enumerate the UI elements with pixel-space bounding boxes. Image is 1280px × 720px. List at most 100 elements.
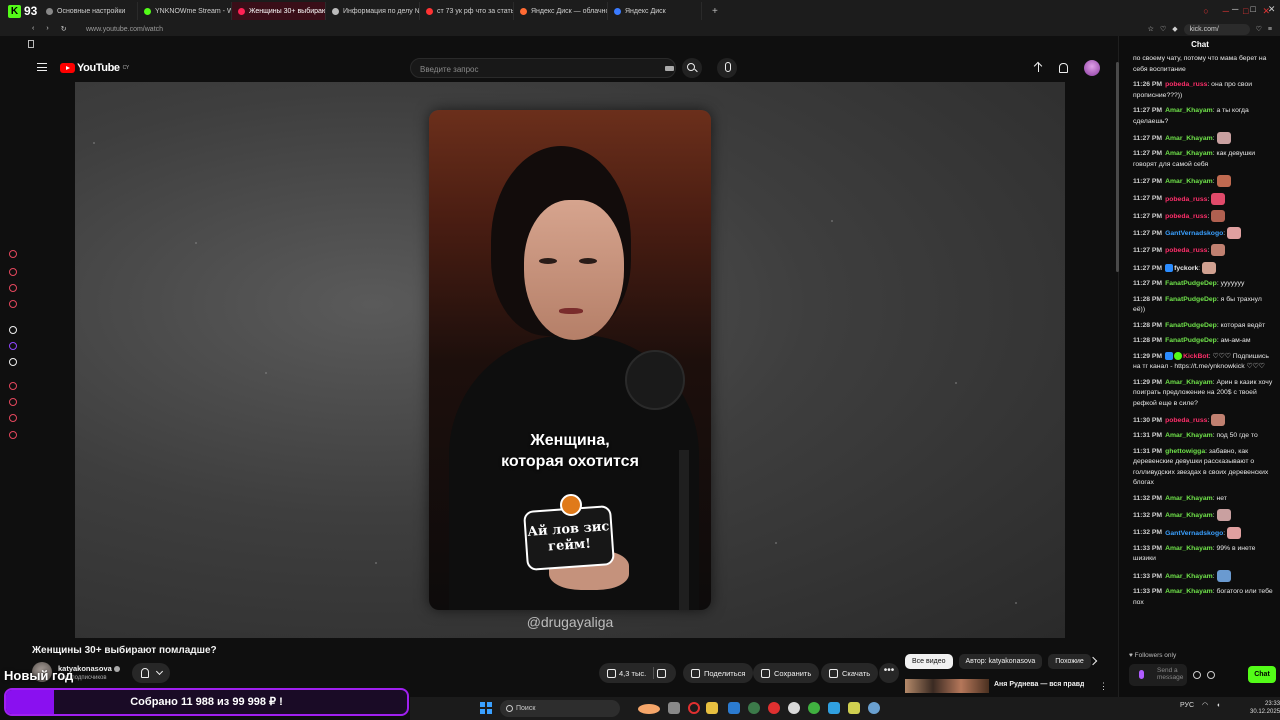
chat-username[interactable]: Amar_Khayam [1165,107,1213,114]
document-icon[interactable] [28,40,34,48]
new-tab-button[interactable]: + [702,6,728,17]
browser-tab[interactable]: Яндекс Диск — облачно [514,2,608,20]
browser-tab[interactable]: Информация по делу № [326,2,420,20]
network-icon[interactable]: ◠ [1202,701,1208,709]
video-player[interactable]: Женщина, которая охотится Ай лов зис гей… [75,82,1065,638]
volume-icon[interactable]: ◖ [1216,702,1220,709]
account-avatar[interactable] [1084,60,1100,76]
search-button[interactable] [682,58,702,78]
chat-username[interactable]: FanatPudgeDep [1165,296,1217,303]
hamburger-menu-icon[interactable] [37,63,47,71]
keyboard-icon[interactable] [665,66,674,71]
chat-username[interactable]: KickBot [1183,353,1209,360]
filter-chip[interactable]: Автор: katyakonasova [958,654,1043,669]
chat-send-button[interactable]: Chat [1248,666,1276,683]
rail-icon[interactable] [9,250,17,258]
browser-tab[interactable]: ст 73 ук рф что за статья [420,2,514,20]
share-button[interactable]: Поделиться [683,663,754,683]
download-button[interactable]: Скачать [821,663,879,683]
chat-username[interactable]: Amar_Khayam [1165,379,1213,386]
chat-username[interactable]: FanatPudgeDep [1165,337,1217,344]
chat-username[interactable]: Amar_Khayam [1165,545,1213,552]
subscription-bell-button[interactable] [132,663,170,683]
chat-username[interactable]: pobeda_russ [1165,81,1207,88]
taskbar-app-icon[interactable] [728,702,740,714]
taskbar-app-icon[interactable] [848,702,860,714]
chat-username[interactable]: Amar_Khayam [1165,573,1213,580]
taskbar-app-icon[interactable] [788,702,800,714]
kick-extension-logo[interactable]: K 93 [0,4,40,18]
taskbar-search[interactable]: Поиск [500,700,620,717]
browser-tab[interactable]: Женщины 30+ выбираю [232,2,326,20]
browser-tab[interactable]: Яндекс Диск [608,2,702,20]
chat-input[interactable]: Send a message [1129,664,1187,686]
chat-username[interactable]: Amar_Khayam [1165,150,1213,157]
close-icon[interactable]: ✕ [1268,4,1276,15]
chat-scrollbar[interactable] [1116,62,1119,272]
chat-username[interactable]: FanatPudgeDep [1165,322,1217,329]
recommendation-thumbnail[interactable] [905,679,989,693]
recommendation-title[interactable]: Аня Руднева — вся правда о [994,681,1084,688]
chat-username[interactable]: GantVernadskogo [1165,230,1223,237]
forward-icon[interactable]: › [46,25,48,33]
taskbar-app-icon[interactable] [668,702,680,714]
dislike-icon[interactable] [657,668,667,678]
menu-icon[interactable]: ≡ [1268,26,1272,33]
notifications-icon[interactable] [1057,62,1068,73]
minimize-icon[interactable]: ─ [1223,6,1229,17]
emote-icon[interactable] [1193,671,1201,679]
chat-username[interactable]: FanatPudgeDep [1165,280,1217,287]
twitch-icon[interactable] [9,342,17,350]
heart-icon[interactable]: ♡ [1256,25,1262,33]
search-icon[interactable]: ○ [1203,6,1208,17]
chat-username[interactable]: Amar_Khayam [1165,588,1213,595]
like-count[interactable]: 4,3 тыс. [619,669,646,678]
rail-icon[interactable] [9,326,17,334]
chat-username[interactable]: GantVernadskogo [1165,529,1223,536]
chat-username[interactable]: fyckork [1174,265,1198,272]
settings-icon[interactable] [1207,671,1215,679]
recommendation-menu-icon[interactable]: ⋮ [1099,681,1108,692]
x-icon[interactable] [9,358,17,366]
minimize-icon[interactable]: ─ [1232,4,1238,15]
filter-chip[interactable]: Похожие [1048,654,1091,669]
chat-username[interactable]: pobeda_russ [1165,417,1207,424]
taskbar-app-icon[interactable] [808,702,820,714]
browser-tab[interactable]: YNKNOWme Stream - Wi [138,2,232,20]
more-actions-button[interactable]: ••• [879,663,899,683]
telegram-icon[interactable] [868,702,880,714]
language-indicator[interactable]: РУС [1180,702,1194,709]
rail-icon[interactable] [9,300,17,308]
chat-username[interactable]: Amar_Khayam [1165,135,1213,142]
chat-username[interactable]: ghettowigga [1165,448,1205,455]
filter-chip[interactable]: Все видео [905,654,953,669]
kick-url-field[interactable]: kick.com/ [1183,23,1250,35]
chat-username[interactable]: Amar_Khayam [1165,432,1213,439]
search-input[interactable] [411,60,651,79]
save-button[interactable]: Сохранить [753,663,820,683]
chat-messages[interactable]: по своему чату, потому что мама берет на… [1133,54,1273,654]
rail-icon[interactable] [9,284,17,292]
upload-icon[interactable] [1033,62,1044,73]
browser-tab[interactable]: Основные настройки [40,2,138,20]
reload-icon[interactable]: ↻ [61,25,67,33]
voice-search-button[interactable] [717,58,737,78]
like-icon[interactable] [607,668,616,678]
yandex-icon[interactable] [768,702,780,714]
chat-username[interactable]: pobeda_russ [1165,195,1207,202]
taskbar-app-icon[interactable] [828,702,840,714]
chat-username[interactable]: Amar_Khayam [1165,512,1213,519]
chat-username[interactable]: Amar_Khayam [1165,178,1213,185]
chat-username[interactable]: pobeda_russ [1165,213,1207,220]
extension-icon[interactable]: ◆ [1172,25,1177,33]
back-icon[interactable]: ‹ [32,25,34,33]
bookmark-icon[interactable]: ☆ [1148,25,1154,33]
chat-username[interactable]: Amar_Khayam [1165,495,1213,502]
taskbar-app-icon[interactable] [638,704,660,714]
maximize-icon[interactable]: □ [1250,4,1255,15]
windows-start-icon[interactable] [480,702,492,714]
rail-icon[interactable] [9,398,17,406]
opera-icon[interactable] [688,702,700,714]
rail-icon[interactable] [9,382,17,390]
file-explorer-icon[interactable] [706,702,718,714]
